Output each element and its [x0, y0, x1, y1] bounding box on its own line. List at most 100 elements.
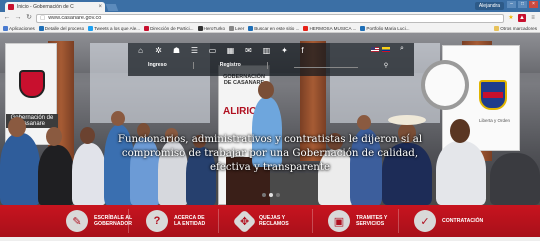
divider	[266, 61, 268, 69]
speaker-head	[258, 81, 274, 99]
bookmark-favicon-icon	[229, 25, 235, 31]
url-input[interactable]: ▢ www.casanare.gov.co	[36, 13, 504, 23]
divider	[192, 61, 194, 69]
quick-link-separator	[218, 209, 219, 233]
forward-icon[interactable]: →	[14, 14, 22, 22]
extension-icon[interactable]: ▲	[518, 14, 526, 22]
profile-chip[interactable]: Alejandra	[474, 2, 504, 10]
bookmark-favicon-icon	[3, 25, 8, 31]
quick-link-label: Acerca de la entidad	[174, 215, 206, 227]
mail-icon[interactable]: ✉	[244, 46, 253, 55]
slider-dot-active[interactable]	[269, 193, 273, 197]
quick-link-label: Quejas y reclamos	[259, 215, 289, 227]
quick-links-bar: ✎ Escríbale al gobernador ? Acerca de la enti…	[0, 205, 540, 237]
site-icon-nav: ⌂ ✲ ☗ ☰ ▭ ▦ ✉ ▥ ✦ f	[136, 46, 307, 55]
quick-link-label: Tramites y servicios	[356, 215, 388, 227]
bookmark-item[interactable]: Detalle del proceso	[38, 25, 85, 31]
quick-link-3[interactable]: ✥ Quejas y reclamos	[232, 205, 289, 237]
crowd-person	[490, 153, 540, 205]
bookmark-label: Detalle del proceso	[44, 25, 85, 31]
crowd-person	[436, 141, 486, 205]
crowd-head	[111, 111, 125, 126]
bookmark-item[interactable]: Tweets a los que Ale...	[88, 25, 141, 31]
bookmark-item[interactable]: Portfolio Maria Luci...	[360, 25, 410, 31]
map-icon[interactable]: ▦	[226, 46, 235, 55]
registro-link[interactable]: Registro	[220, 62, 241, 68]
bookmark-favicon-icon	[248, 25, 254, 31]
maximize-icon[interactable]: □	[518, 1, 527, 8]
slider-dot[interactable]	[262, 193, 266, 197]
bookmark-label: Tweets a los que Ale...	[94, 25, 141, 31]
other-bookmarks-label: Otros marcadores	[500, 25, 537, 31]
bookmark-label: Portfolio Maria Luci...	[366, 25, 410, 31]
search-icon[interactable]: ⌕	[396, 45, 408, 54]
bookmark-favicon-icon	[144, 25, 150, 31]
menu-icon[interactable]: ≡	[529, 14, 537, 22]
login-row: Ingreso Registro ⚲	[136, 59, 406, 71]
slide-caption[interactable]: Funcionarios, administrativos y contrati…	[100, 133, 440, 175]
bookmark-label: HeroTurko	[203, 25, 226, 31]
location-icon[interactable]: ⚲	[384, 62, 388, 69]
quick-link-label: Contratación	[442, 218, 484, 224]
colombia-emblem-icon	[479, 80, 507, 110]
bookmark-item[interactable]: Leer	[229, 25, 244, 31]
bookmark-item[interactable]: Dirección de Partici...	[144, 25, 194, 31]
chat-icon[interactable]: ▭	[208, 46, 217, 55]
minimize-icon[interactable]: –	[507, 1, 516, 8]
back-icon[interactable]: ←	[3, 14, 11, 22]
bookmark-item[interactable]: Aplicaciones	[3, 25, 35, 31]
bookmark-label: HERMOSA MUSICA ...	[309, 25, 357, 31]
bookmark-favicon-icon	[360, 25, 366, 31]
spanish-flag-icon[interactable]	[382, 47, 390, 52]
slider-dot[interactable]	[276, 193, 280, 197]
facebook-icon[interactable]: f	[298, 46, 307, 55]
page-info-icon[interactable]: ▢	[40, 15, 45, 21]
bookmark-item[interactable]: Buscar en este sitio ...	[248, 25, 300, 31]
quick-link-separator	[398, 209, 399, 233]
settings-icon[interactable]: ✲	[154, 46, 163, 55]
crowd-person	[38, 145, 74, 205]
casanare-crest-icon	[19, 70, 45, 98]
ingreso-link[interactable]: Ingreso	[148, 62, 167, 68]
bookmark-favicon-icon	[197, 25, 203, 31]
bookmark-label: Buscar en este sitio ...	[254, 25, 300, 31]
address-bar: ← → ↻ ▢ www.casanare.gov.co ★ ▲ ≡	[0, 12, 540, 24]
quick-link-2[interactable]: ? Acerca de la entidad	[146, 205, 205, 237]
sitemap-icon[interactable]: ☗	[172, 46, 181, 55]
twitter-icon[interactable]: ✦	[280, 46, 289, 55]
bookmark-label: Aplicaciones	[9, 25, 35, 31]
bookmark-item[interactable]: HeroTurko	[197, 25, 226, 31]
favicon-icon	[8, 4, 14, 10]
building-icon[interactable]: ▥	[262, 46, 271, 55]
quick-link-5[interactable]: ✓ Contratación	[414, 205, 483, 237]
english-flag-icon[interactable]	[371, 47, 379, 52]
crowd-head	[80, 127, 95, 144]
reload-icon[interactable]: ↻	[25, 14, 33, 22]
bookmark-favicon-icon	[303, 25, 309, 31]
pencil-icon: ✎	[66, 210, 88, 232]
crowd-head	[357, 115, 371, 130]
bookmark-item[interactable]: HERMOSA MUSICA ...	[303, 25, 357, 31]
bookmark-star-icon[interactable]: ★	[507, 14, 515, 22]
language-flags	[371, 47, 390, 52]
list-icon[interactable]: ☰	[190, 46, 199, 55]
quick-link-4[interactable]: ▣ Tramites y servicios	[328, 205, 387, 237]
url-text: www.casanare.gov.co	[48, 15, 102, 21]
new-tab-button[interactable]	[105, 4, 119, 11]
crowd-head	[46, 127, 62, 146]
site-search-input[interactable]	[293, 62, 358, 68]
crowd-person	[0, 133, 40, 205]
quick-link-separator	[312, 209, 313, 233]
tab-title: Inicio - Gobernación de C	[17, 4, 74, 10]
folder-icon	[494, 25, 500, 31]
banner-center-text: ALIRIO	[223, 106, 257, 117]
grid-icon: ✥	[232, 208, 257, 234]
tab-close-icon[interactable]: ×	[98, 4, 102, 10]
quick-link-1[interactable]: ✎ Escríbale al gobernador	[66, 205, 132, 237]
other-bookmarks-folder[interactable]: Otros marcadores	[494, 25, 537, 31]
browser-tab[interactable]: Inicio - Gobernación de C ×	[5, 2, 105, 12]
home-icon[interactable]: ⌂	[136, 46, 145, 55]
close-icon[interactable]: ×	[529, 1, 538, 8]
bookmarks-bar: Aplicaciones Detalle del proceso Tweets a …	[0, 24, 540, 33]
crowd-head	[450, 119, 470, 143]
